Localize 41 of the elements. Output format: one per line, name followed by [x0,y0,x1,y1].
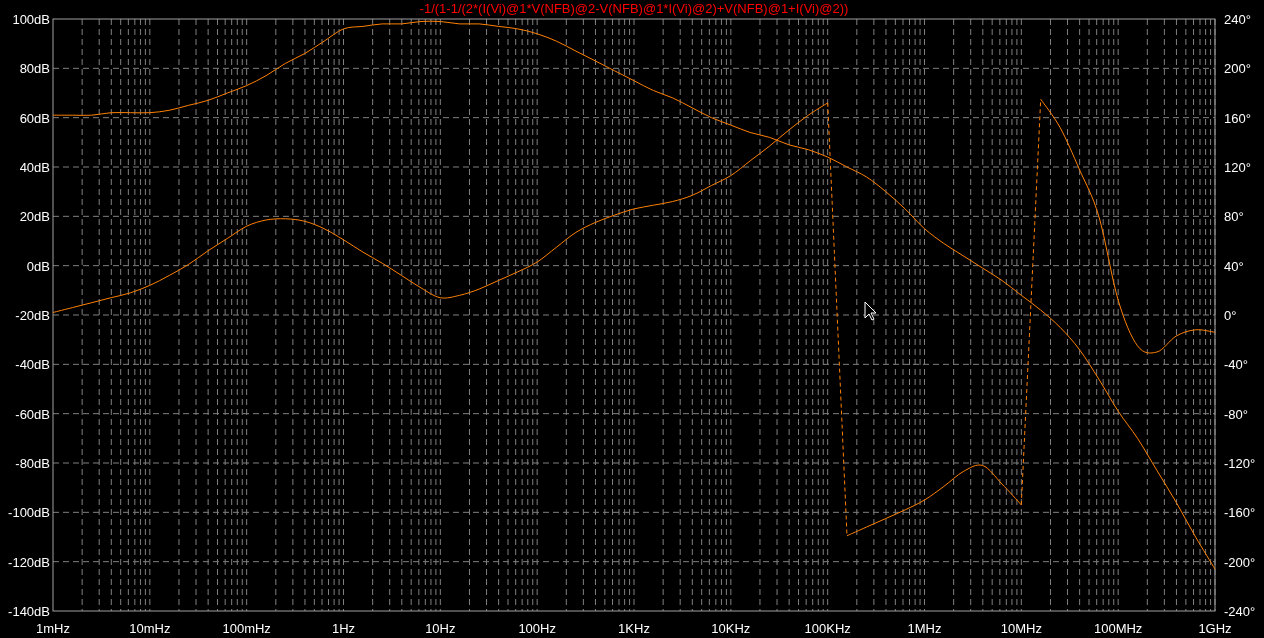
axis-label: -80dB [15,456,50,471]
axis-label: 100Hz [518,621,556,636]
axis-label: 100mHz [222,621,271,636]
axis-label: 1Hz [331,621,356,636]
axis-label: 40dB [19,160,50,175]
axis-label: -240° [1224,604,1256,619]
axis-label: -100dB [8,505,50,521]
axis-label: 80° [1224,209,1244,225]
axis-label: 0dB [26,258,50,274]
axis-label: -40° [1224,357,1248,373]
axis-label: -40dB [15,357,50,373]
axis-label: 100KHz [804,621,851,636]
axis-label: 40° [1224,258,1244,274]
axis-label: -160° [1224,505,1256,521]
axis-label: -200° [1224,554,1256,570]
axis-label: -140dB [8,604,50,619]
chart-title: -1/(1-1/(2*(I(Vi)@1*V(NFB)@2-V(NFB)@1*I(Vi)@2)+V(NFB)@1+I(Vi)@2)) [419,1,849,16]
axis-label: 1KHz [618,621,650,636]
axis-label: -20dB [15,308,50,323]
axis-label: 80dB [19,61,50,77]
axis-label: 1MHz [907,621,942,636]
axis-label: -120° [1224,456,1256,471]
axis-label: 10KHz [711,621,751,636]
axis-label: 20dB [19,209,50,225]
axis-label: 100dB [12,12,50,27]
axis-label: 1mHz [36,621,70,636]
axis-label: 200° [1224,61,1251,77]
axis-label: 240° [1224,12,1251,27]
mouse-pointer-icon [864,301,877,321]
axis-label: -80° [1224,406,1248,422]
axis-label: 10Hz [425,621,456,636]
axis-label: 0° [1224,308,1237,323]
axis-label: -120dB [8,554,50,570]
axis-label: 10MHz [1000,621,1042,636]
axis-label: 1GHz [1198,621,1232,636]
axis-label: 60dB [19,110,50,126]
axis-label: 100MHz [1093,621,1143,636]
axis-label: -60dB [15,406,50,422]
axis-label: 10mHz [129,621,171,636]
axis-label: 160° [1224,110,1251,126]
axis-label: 120° [1224,160,1251,175]
